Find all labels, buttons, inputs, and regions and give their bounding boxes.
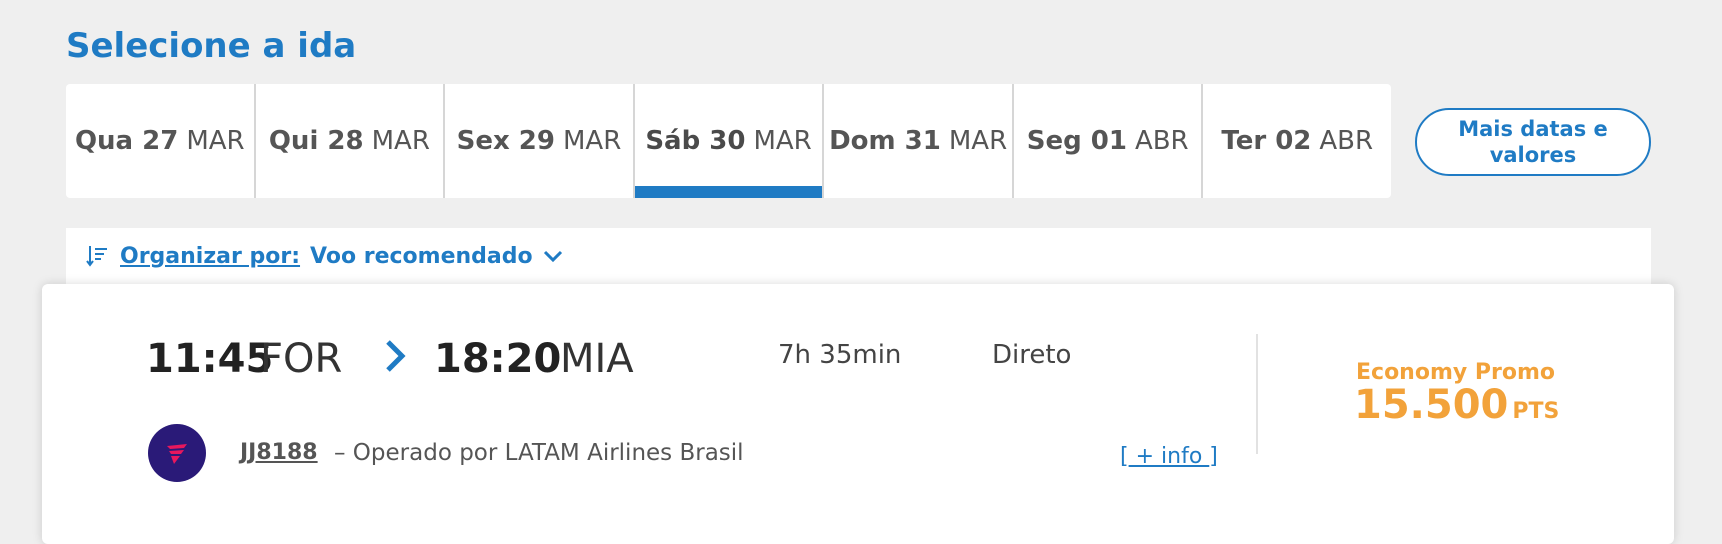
date-tab-day: Qua 27 xyxy=(74,126,179,156)
page-title: Selecione a ida xyxy=(66,26,357,66)
sort-bar: Organizar por: Voo recomendado xyxy=(66,228,1651,284)
date-tab-ter-02[interactable]: Ter 02 ABR xyxy=(1203,84,1391,198)
more-dates-line1: Mais datas e xyxy=(1458,117,1608,141)
date-tab-dom-31[interactable]: Dom 31 MAR xyxy=(824,84,1014,198)
departure-time: 11:45 xyxy=(146,336,274,382)
fare-price-value: 15.500 xyxy=(1354,382,1509,428)
latam-logo-icon xyxy=(167,444,187,464)
date-selector: Qua 27 MAR Qui 28 MAR Sex 29 MAR Sáb 30 … xyxy=(66,84,1391,198)
date-tab-month: MAR xyxy=(186,126,245,156)
date-tab-month: MAR xyxy=(753,126,812,156)
departure-airport: FOR xyxy=(260,336,343,382)
sort-dropdown[interactable]: Voo recomendado xyxy=(310,244,563,269)
chevron-down-icon xyxy=(543,250,562,263)
date-tab-qua-27[interactable]: Qua 27 MAR xyxy=(66,84,256,198)
date-tab-month: ABR xyxy=(1319,126,1374,156)
flight-number-link[interactable]: JJ8188 xyxy=(240,440,318,465)
operated-by-text: – Operado por LATAM Airlines Brasil xyxy=(334,440,744,466)
date-tab-qui-28[interactable]: Qui 28 MAR xyxy=(256,84,446,198)
date-tab-day: Sáb 30 xyxy=(645,126,746,156)
info-link-label: + info xyxy=(1128,444,1210,469)
sort-icon xyxy=(86,246,107,267)
info-bracket-close: ] xyxy=(1209,444,1218,469)
date-tab-sab-30-selected[interactable]: Sáb 30 MAR xyxy=(634,84,825,198)
chevron-right-icon xyxy=(386,340,406,372)
more-dates-label: Mais datas e valores xyxy=(1458,116,1608,168)
date-tab-day: Dom 31 xyxy=(829,126,941,156)
date-tab-seg-01[interactable]: Seg 01 ABR xyxy=(1014,84,1204,198)
sort-selected-value: Voo recomendado xyxy=(310,243,533,269)
more-dates-button[interactable]: Mais datas e valores xyxy=(1415,108,1651,176)
date-tab-day: Qui 28 xyxy=(268,126,364,156)
info-bracket-open: [ xyxy=(1120,444,1129,469)
fare-price-unit: PTS xyxy=(1512,399,1560,424)
arrival-time: 18:20 xyxy=(434,336,562,382)
date-tab-month: MAR xyxy=(948,126,1008,156)
date-tab-day: Sex 29 xyxy=(456,126,555,156)
more-info-link[interactable]: [ + info ] xyxy=(1120,444,1218,469)
date-tab-day: Seg 01 xyxy=(1026,126,1127,156)
date-tab-month: MAR xyxy=(562,126,622,156)
date-tab-month: MAR xyxy=(371,126,430,156)
airline-logo-icon xyxy=(148,424,206,482)
date-tab-sex-29[interactable]: Sex 29 MAR xyxy=(445,84,635,198)
flight-stops: Direto xyxy=(992,340,1072,370)
more-dates-line2: valores xyxy=(1489,143,1577,167)
fare-price[interactable]: 15.500 PTS xyxy=(1354,382,1559,428)
flight-card[interactable]: 11:45 FOR 18:20 MIA 7h 35min Direto JJ81… xyxy=(42,284,1674,544)
date-tab-day: Ter 02 xyxy=(1221,126,1312,156)
arrival-airport: MIA xyxy=(560,336,634,382)
sort-label-link[interactable]: Organizar por: xyxy=(120,244,300,269)
flight-duration: 7h 35min xyxy=(778,340,902,370)
card-divider xyxy=(1256,334,1258,454)
date-tab-month: ABR xyxy=(1134,126,1189,156)
